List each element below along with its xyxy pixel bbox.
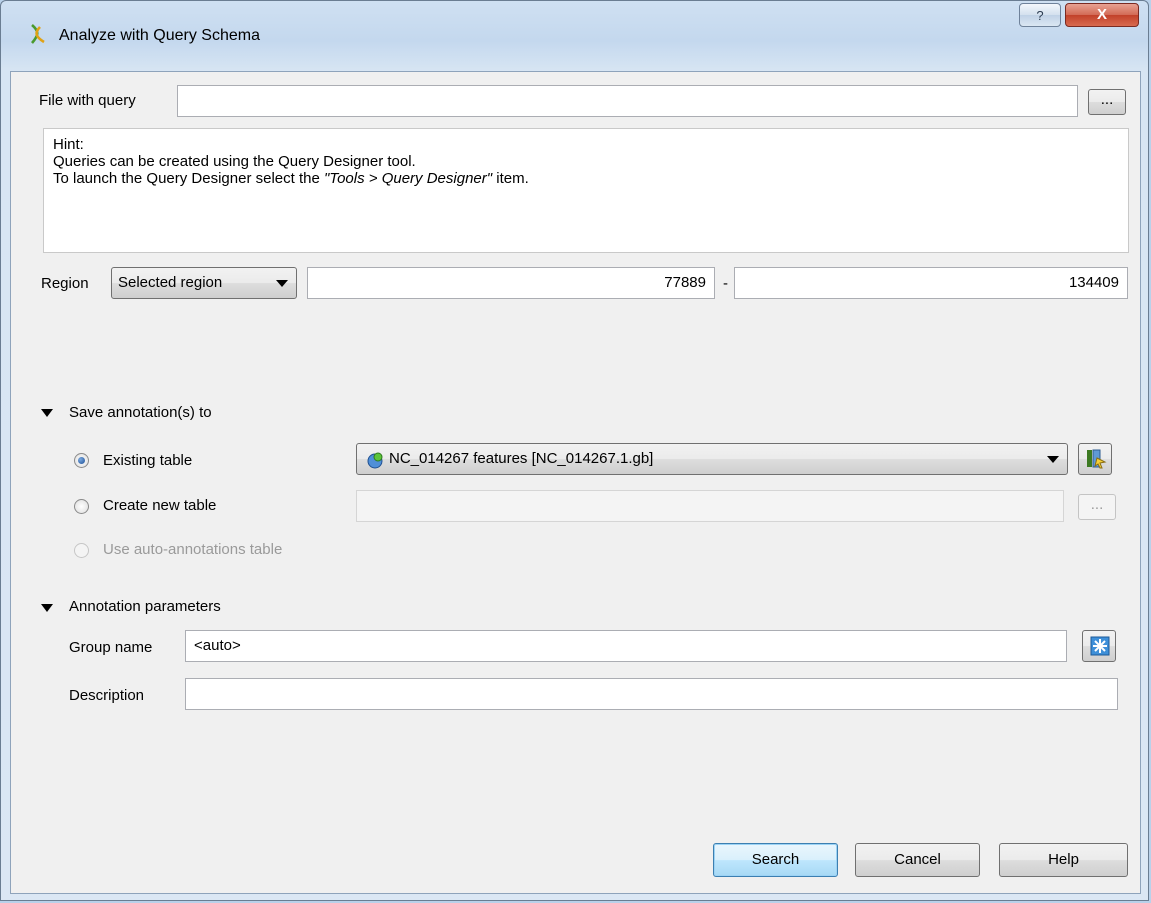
group-name-label: Group name bbox=[69, 639, 153, 656]
app-dna-icon bbox=[31, 24, 45, 44]
create-new-table-label[interactable]: Create new table bbox=[103, 497, 216, 514]
expand-arrow-icon[interactable] bbox=[41, 409, 53, 417]
new-table-path-input bbox=[356, 490, 1064, 522]
help-button[interactable]: Help bbox=[999, 843, 1128, 877]
region-dropdown-value: Selected region bbox=[118, 274, 223, 291]
file-browse-button[interactable]: ... bbox=[1088, 89, 1126, 115]
file-query-label: File with query bbox=[39, 92, 136, 109]
new-table-browse-button: ... bbox=[1078, 494, 1116, 520]
create-new-table-radio[interactable] bbox=[74, 499, 89, 514]
annotation-table-icon bbox=[367, 452, 383, 469]
existing-table-label[interactable]: Existing table bbox=[103, 452, 192, 469]
auto-annotations-radio bbox=[74, 543, 89, 558]
dialog-content: File with query ... Hint: Queries can be… bbox=[10, 71, 1141, 894]
table-select-icon bbox=[1087, 449, 1107, 469]
region-start-input[interactable]: 77889 bbox=[307, 267, 715, 299]
auto-annotations-label: Use auto-annotations table bbox=[103, 541, 283, 558]
annotation-params-header[interactable]: Annotation parameters bbox=[69, 598, 221, 615]
window-title: Analyze with Query Schema bbox=[59, 27, 260, 44]
file-query-input[interactable] bbox=[177, 85, 1078, 117]
chevron-down-icon bbox=[1047, 456, 1059, 463]
select-table-button[interactable] bbox=[1078, 443, 1112, 475]
hint-line-2: To launch the Query Designer select the … bbox=[53, 170, 529, 187]
description-label: Description bbox=[69, 687, 145, 704]
snowflake-icon bbox=[1090, 636, 1110, 656]
hint-menu-path: "Tools > Query Designer" bbox=[323, 170, 493, 187]
hint-line-1: Queries can be created using the Query D… bbox=[53, 153, 416, 170]
predefined-names-button[interactable] bbox=[1082, 630, 1116, 662]
dialog-window: Analyze with Query Schema ? X File with … bbox=[0, 0, 1149, 901]
chevron-down-icon bbox=[276, 280, 288, 287]
search-button[interactable]: Search bbox=[713, 843, 838, 877]
region-separator: - bbox=[723, 275, 728, 292]
region-label: Region bbox=[41, 275, 89, 292]
existing-table-radio[interactable] bbox=[74, 453, 89, 468]
context-help-button[interactable]: ? bbox=[1019, 3, 1061, 27]
region-dropdown[interactable]: Selected region bbox=[111, 267, 297, 299]
hint-box: Hint: Queries can be created using the Q… bbox=[43, 128, 1129, 253]
group-name-input[interactable]: <auto> bbox=[185, 630, 1067, 662]
save-annotations-header[interactable]: Save annotation(s) to bbox=[69, 404, 212, 421]
existing-table-value: NC_014267 features [NC_014267.1.gb] bbox=[389, 450, 654, 467]
region-end-input[interactable]: 134409 bbox=[734, 267, 1128, 299]
expand-arrow-icon[interactable] bbox=[41, 604, 53, 612]
cancel-button[interactable]: Cancel bbox=[855, 843, 980, 877]
title-bar: Analyze with Query Schema ? X bbox=[1, 1, 1148, 71]
hint-title: Hint: bbox=[53, 136, 84, 153]
close-button[interactable]: X bbox=[1065, 3, 1139, 27]
description-input[interactable] bbox=[185, 678, 1118, 710]
existing-table-dropdown[interactable]: NC_014267 features [NC_014267.1.gb] bbox=[356, 443, 1068, 475]
